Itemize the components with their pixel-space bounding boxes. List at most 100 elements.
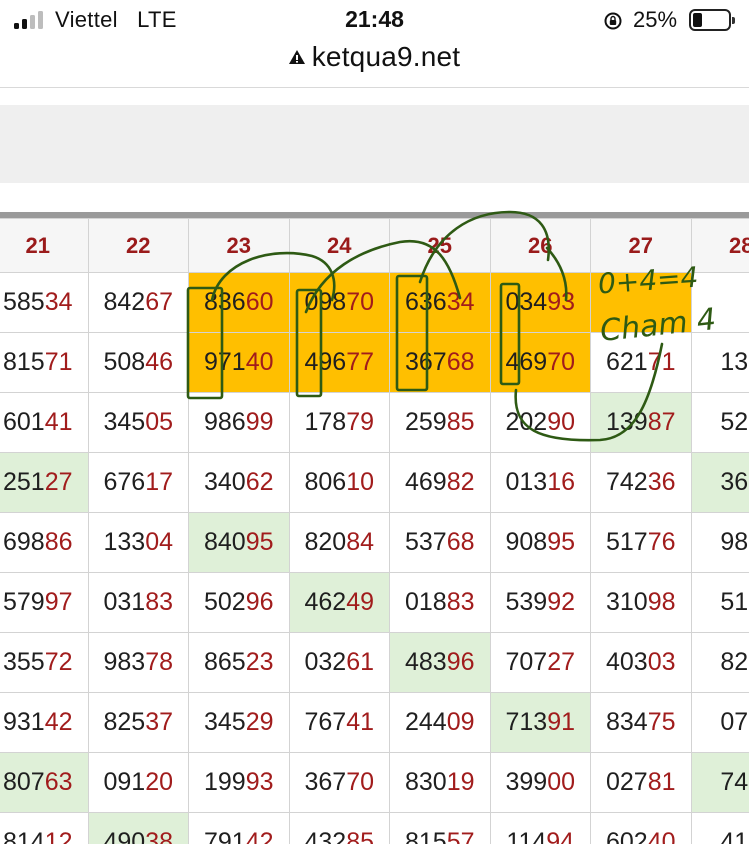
result-lead-digits: 490 [103, 828, 146, 844]
result-cell: 90895 [489, 512, 591, 573]
result-tail-digits: 93 [245, 768, 274, 796]
table-row: 80763091201999336770830193990002781748 [0, 752, 749, 813]
result-cell: 01883 [389, 572, 491, 633]
result-cell: 82537 [87, 692, 189, 753]
result-cell: 50846 [87, 332, 189, 393]
result-cell: 526 [690, 392, 749, 453]
result-tail-digits: 05 [145, 408, 174, 436]
result-lead-digits: 502 [203, 588, 246, 616]
result-tail-digits: 83 [446, 588, 475, 616]
result-cell: 98378 [87, 632, 189, 693]
result-tail-digits: 41 [44, 408, 73, 436]
result-lead-digits: 767 [304, 708, 347, 736]
result-cell: 31098 [590, 572, 692, 633]
result-lead-digits: 018 [404, 588, 447, 616]
result-cell: 11494 [489, 812, 591, 844]
result-lead-digits: 032 [304, 648, 347, 676]
result-cell: 48396 [389, 632, 491, 693]
result-tail-digits: 96 [245, 588, 274, 616]
column-header: 27 [590, 218, 692, 273]
result-lead-digits: 178 [304, 408, 347, 436]
result-cell: 09870 [288, 272, 390, 333]
rotation-lock-icon [604, 12, 622, 30]
result-tail-digits: 97 [44, 588, 73, 616]
result-cell: 74236 [590, 452, 692, 513]
result-tail-digits: 95 [245, 528, 274, 556]
result-tail-digits: 85 [446, 408, 475, 436]
result-cell: 13304 [87, 512, 189, 573]
table-row: 93142825373452976741244097139183475072 [0, 692, 749, 753]
result-tail-digits: 46 [145, 348, 174, 376]
result-lead-digits: 931 [2, 708, 45, 736]
result-cell: 81412 [0, 812, 89, 844]
result-cell: 93142 [0, 692, 89, 753]
result-lead-digits: 636 [404, 288, 447, 316]
result-cell: 39900 [489, 752, 591, 813]
result-cell: 81571 [0, 332, 89, 393]
result-lead-digits: 462 [304, 588, 347, 616]
address-bar[interactable]: ketqua9.net [0, 38, 749, 82]
result-cell: 79142 [188, 812, 290, 844]
result-lead-digits: 251 [2, 468, 45, 496]
result-cell: 34505 [87, 392, 189, 453]
result-lead-digits: 469 [505, 348, 548, 376]
result-tail-digits: 17 [145, 468, 174, 496]
result-tail-digits: 70 [346, 768, 375, 796]
result-lead-digits: 199 [203, 768, 246, 796]
result-lead-digits: 403 [605, 648, 648, 676]
result-lead-digits: 496 [304, 348, 347, 376]
result-tail-digits: 42 [245, 828, 274, 844]
result-tail-digits: 95 [547, 528, 576, 556]
result-lead-digits: 621 [605, 348, 648, 376]
result-lead-digits: 259 [404, 408, 447, 436]
result-lead-digits: 821 [720, 648, 749, 676]
result-tail-digits: 71 [647, 348, 676, 376]
result-cell: 86523 [188, 632, 290, 693]
result-cell: 821 [690, 632, 749, 693]
result-cell: 25985 [389, 392, 491, 453]
result-lead-digits: 483 [404, 648, 447, 676]
result-tail-digits: 77 [346, 348, 375, 376]
result-tail-digits: 37 [145, 708, 174, 736]
result-cell: 419 [690, 812, 749, 844]
result-cell: 46249 [288, 572, 390, 633]
result-lead-digits: 034 [505, 288, 548, 316]
result-lead-digits: 698 [2, 528, 45, 556]
result-cell: 09120 [87, 752, 189, 813]
result-tail-digits: 63 [44, 768, 73, 796]
result-cell: 81557 [389, 812, 491, 844]
result-cell: 01316 [489, 452, 591, 513]
result-tail-digits: 04 [145, 528, 174, 556]
result-lead-digits: 469 [404, 468, 447, 496]
result-lead-digits: 806 [304, 468, 347, 496]
result-cell: 58534 [0, 272, 89, 333]
result-tail-digits: 16 [547, 468, 576, 496]
result-tail-digits: 84 [346, 528, 375, 556]
address-bar-divider [0, 87, 749, 88]
result-lead-digits: 515 [720, 588, 749, 616]
results-table-container[interactable]: 21 22 23 24 25 26 27 28 5853484267836600… [0, 212, 749, 844]
result-tail-digits: 94 [546, 828, 575, 844]
result-cell: 34062 [188, 452, 290, 513]
result-cell: 63634 [389, 272, 491, 333]
result-lead-digits: 820 [304, 528, 347, 556]
result-lead-digits: 840 [203, 528, 246, 556]
result-tail-digits: 34 [446, 288, 475, 316]
result-cell: 980 [690, 512, 749, 573]
result-cell: 46970 [489, 332, 591, 393]
result-lead-digits: 585 [2, 288, 45, 316]
result-cell: 98699 [188, 392, 290, 453]
result-cell: 24409 [389, 692, 491, 753]
result-lead-digits: 815 [2, 348, 45, 376]
result-tail-digits: 75 [647, 708, 676, 736]
result-lead-digits: 825 [103, 708, 146, 736]
battery-percentage: 25% [633, 7, 678, 32]
result-lead-digits: 027 [605, 768, 648, 796]
result-cell: 83660 [188, 272, 290, 333]
table-body: 58534 84267 83660 09870 63634 03493 81571 50846… [0, 272, 749, 844]
result-cell: 03183 [87, 572, 189, 633]
result-tail-digits: 09 [446, 708, 475, 736]
result-tail-digits: 40 [245, 348, 274, 376]
result-cell: 19993 [188, 752, 290, 813]
network-type: LTE [137, 7, 177, 32]
